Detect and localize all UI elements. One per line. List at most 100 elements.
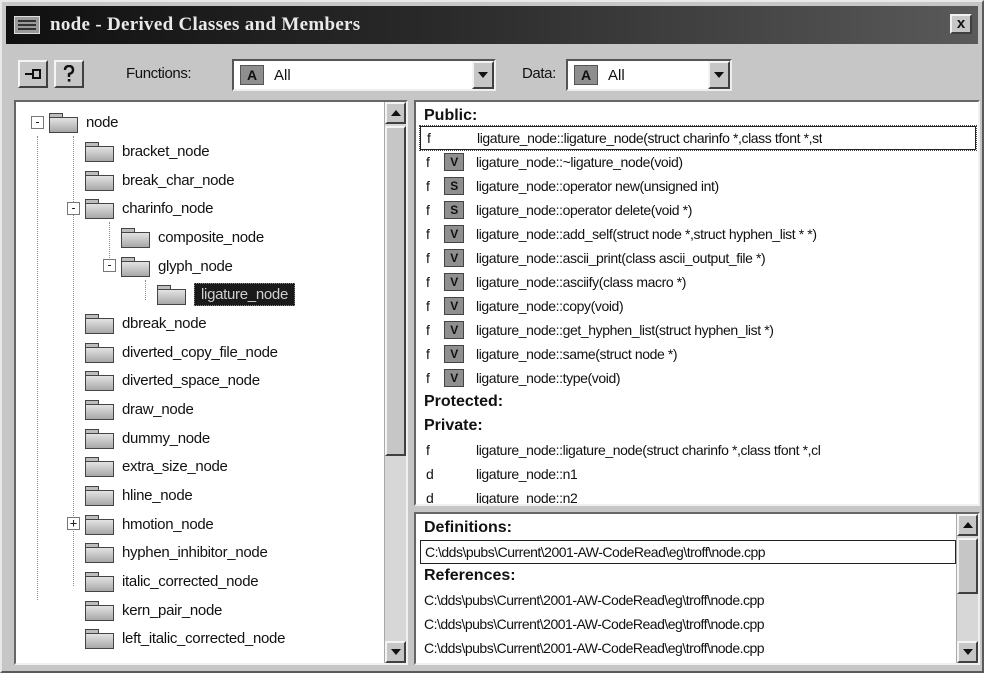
title-bar[interactable]: node - Derived Classes and Members x [6,6,978,44]
member-kind: d [426,490,434,506]
private-section-header: Private: [424,417,483,434]
tree-item-kern-pair-node[interactable]: kern_pair_node [84,596,222,624]
member-kind: f [426,154,430,170]
tree-item-label: glyph_node [158,257,233,275]
folder-icon [84,141,114,162]
member-row[interactable]: f S ligature_node::operator new(unsigned… [420,174,976,198]
tree-item-charinfo-node[interactable]: charinfo_node [84,194,213,222]
data-dropdown-button[interactable] [708,61,730,89]
tree-item-dummy-node[interactable]: dummy_node [84,424,210,452]
member-kind: f [426,274,430,290]
folder-icon [156,284,186,305]
tree-item-node[interactable]: node [48,108,118,136]
tree-item-bracket-node[interactable]: bracket_node [84,137,210,165]
close-button[interactable]: x [950,14,972,34]
definitions-references-list[interactable]: Definitions: C:\dds\pubs\Current\2001-AW… [414,512,980,665]
scroll-thumb[interactable] [385,126,406,456]
pin-button[interactable] [18,60,48,88]
member-row[interactable]: d ligature_node::n2 [420,486,976,506]
member-kind: f [426,250,430,266]
folder-icon [84,370,114,391]
reference-row[interactable]: C:\dds\pubs\Current\2001-AW-CodeRead\eg\… [420,588,956,612]
data-filter-badge: A [574,65,598,85]
member-name: ligature_node::operator new(unsigned int… [476,178,719,194]
folder-icon [84,542,114,563]
tree-item-hmotion-node[interactable]: hmotion_node [84,510,214,538]
tree-item-break-char-node[interactable]: break_char_node [84,166,235,194]
folder-icon [84,170,114,191]
tree-collapse-button[interactable]: - [103,259,116,272]
member-kind: f [426,178,430,194]
tree-item-label: diverted_copy_file_node [122,343,278,361]
tree-expand-button[interactable]: + [67,517,80,530]
scroll-up-button[interactable] [385,102,406,124]
members-list[interactable]: Public: f ligature_node::ligature_node(s… [414,100,980,506]
member-kind: f [426,298,430,314]
tree-item-draw-node[interactable]: draw_node [84,395,194,423]
tree-item-dbreak-node[interactable]: dbreak_node [84,309,207,337]
member-kind: f [426,346,430,362]
tree-item-label: dbreak_node [122,314,207,332]
tree-collapse-button[interactable]: - [31,116,44,129]
member-row[interactable]: f S ligature_node::operator delete(void … [420,198,976,222]
tree-item-label: bracket_node [122,142,210,160]
functions-dropdown-button[interactable] [472,61,494,89]
folder-icon [48,112,78,133]
tree-item-label: diverted_space_node [122,371,260,389]
tree-item-extra-size-node[interactable]: extra_size_node [84,452,228,480]
member-kind: f [426,226,430,242]
member-name: ligature_node::ascii_print(class ascii_o… [476,250,766,266]
tree-item-hline-node[interactable]: hline_node [84,481,193,509]
tree-item-left-italic-corrected-node[interactable]: left_italic_corrected_node [84,624,285,652]
member-row[interactable]: f V ligature_node::same(struct node *) [420,342,976,366]
member-row[interactable]: f V ligature_node::get_hyphen_list(struc… [420,318,976,342]
folder-icon [84,342,114,363]
scroll-up-button[interactable] [957,514,978,536]
member-row[interactable]: f V ligature_node::ascii_print(class asc… [420,246,976,270]
scroll-down-button[interactable] [385,641,406,663]
scroll-down-button[interactable] [957,641,978,663]
reference-row[interactable]: C:\dds\pubs\Current\2001-AW-CodeRead\eg\… [420,612,956,636]
tree-item-hyphen-inhibitor-node[interactable]: hyphen_inhibitor_node [84,538,268,566]
tree-scrollbar[interactable] [384,102,406,663]
protected-section-header: Protected: [424,393,504,410]
reference-row[interactable]: C:\dds\pubs\Current\2001-AW-CodeRead\eg\… [420,636,956,660]
functions-select[interactable]: A All [232,59,496,91]
tree-collapse-button[interactable]: - [67,202,80,215]
folder-icon [84,456,114,477]
folder-icon [120,256,150,277]
tree-item-glyph-node[interactable]: glyph_node [120,252,233,280]
virtual-badge: V [444,369,464,387]
tree-item-label: charinfo_node [122,199,214,217]
folder-icon [84,571,114,592]
help-button[interactable] [54,60,84,88]
folder-icon [84,428,114,449]
member-row[interactable]: d ligature_node::n1 [420,462,976,486]
class-tree[interactable]: - - - + node bracket_node break_char_nod… [14,100,408,665]
definitions-header: Definitions: [424,519,512,536]
definitions-scrollbar[interactable] [956,514,978,663]
member-name: ligature_node::operator delete(void *) [476,202,692,218]
scroll-thumb[interactable] [957,538,978,594]
data-select[interactable]: A All [566,59,732,91]
member-row[interactable]: f V ligature_node::copy(void) [420,294,976,318]
tree-item-ligature-node[interactable]: ligature_node [156,280,296,308]
references-header: References: [424,567,516,584]
member-row[interactable]: f ligature_node::ligature_node(struct ch… [419,125,977,151]
member-name: ligature_node::~ligature_node(void) [476,154,683,170]
tree-item-italic-corrected-node[interactable]: italic_corrected_node [84,567,259,595]
tree-item-diverted-copy-file-node[interactable]: diverted_copy_file_node [84,338,278,366]
tree-item-diverted-space-node[interactable]: diverted_space_node [84,366,260,394]
folder-icon [84,628,114,649]
member-kind: f [426,442,430,458]
functions-selected-value: All [274,67,291,84]
member-row[interactable]: f ligature_node::ligature_node(struct ch… [420,438,976,462]
derived-classes-window: node - Derived Classes and Members x Fun… [0,0,984,673]
definition-row[interactable]: C:\dds\pubs\Current\2001-AW-CodeRead\eg\… [420,540,956,564]
member-row[interactable]: f V ligature_node::add_self(struct node … [420,222,976,246]
member-row[interactable]: f V ligature_node::~ligature_node(void) [420,150,976,174]
tree-item-composite-node[interactable]: composite_node [120,223,264,251]
window-menu-icon[interactable] [14,16,40,34]
member-row[interactable]: f V ligature_node::type(void) [420,366,976,390]
member-row[interactable]: f V ligature_node::asciify(class macro *… [420,270,976,294]
